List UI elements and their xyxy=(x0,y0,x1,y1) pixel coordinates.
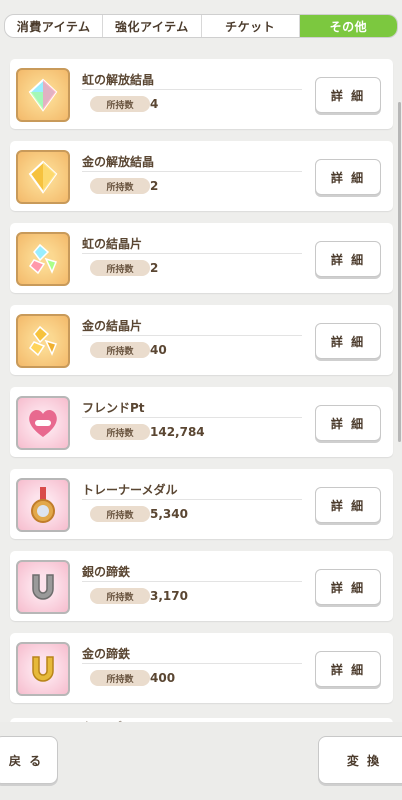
trainer-medal-icon xyxy=(16,478,70,532)
tab-tickets[interactable]: チケット xyxy=(202,15,300,37)
divider xyxy=(82,171,302,172)
owned-count: 400 xyxy=(150,671,176,685)
detail-button[interactable]: 詳 細 xyxy=(315,77,381,113)
detail-button[interactable]: 詳 細 xyxy=(315,159,381,195)
owned-count-label: 所持数 xyxy=(90,588,150,604)
exchange-button[interactable]: 変 換 xyxy=(318,736,402,784)
item-name: 銀の蹄鉄 xyxy=(82,565,131,579)
item-name: 金の結晶片 xyxy=(82,319,143,333)
gold-crystal-icon xyxy=(16,150,70,204)
list-item: 銀の蹄鉄 所持数 3,170 詳 細 xyxy=(10,551,393,621)
list-item: 金の結晶片 所持数 40 詳 細 xyxy=(10,305,393,375)
divider xyxy=(82,417,302,418)
gold-horseshoe-icon xyxy=(16,642,70,696)
divider xyxy=(82,663,302,664)
list-item: 虹の解放結晶 所持数 4 詳 細 xyxy=(10,59,393,129)
owned-count: 5,340 xyxy=(150,507,188,521)
owned-count: 2 xyxy=(150,261,159,275)
owned-count-label: 所持数 xyxy=(90,96,150,112)
silver-horseshoe-icon xyxy=(16,560,70,614)
list-item: 金の解放結晶 所持数 2 詳 細 xyxy=(10,141,393,211)
detail-button[interactable]: 詳 細 xyxy=(315,651,381,687)
rainbow-crystal-icon xyxy=(16,68,70,122)
detail-button[interactable]: 詳 細 xyxy=(315,241,381,277)
item-name: 虹の結晶片 xyxy=(82,237,143,251)
divider xyxy=(82,335,302,336)
divider xyxy=(82,253,302,254)
item-name: 金の解放結晶 xyxy=(82,155,155,169)
item-name: 金の蹄鉄 xyxy=(82,647,131,661)
owned-count-label: 所持数 xyxy=(90,424,150,440)
scrollbar[interactable] xyxy=(398,102,401,442)
list-item: フレンドPt 所持数 142,784 詳 細 xyxy=(10,387,393,457)
owned-count-label: 所持数 xyxy=(90,260,150,276)
tab-enhancement-items[interactable]: 強化アイテム xyxy=(103,15,202,37)
owned-count-label: 所持数 xyxy=(90,670,150,686)
detail-button[interactable]: 詳 細 xyxy=(315,569,381,605)
rainbow-shard-icon xyxy=(16,232,70,286)
detail-button[interactable]: 詳 細 xyxy=(315,405,381,441)
owned-count: 4 xyxy=(150,97,159,111)
divider xyxy=(82,581,302,582)
category-tabs: 消費アイテム 強化アイテム チケット その他 xyxy=(4,14,398,38)
item-name: 虹の解放結晶 xyxy=(82,73,155,87)
back-button[interactable]: 戻 る xyxy=(0,736,58,784)
detail-button[interactable]: 詳 細 xyxy=(315,487,381,523)
owned-count: 40 xyxy=(150,343,167,357)
detail-button[interactable]: 詳 細 xyxy=(315,323,381,359)
tab-consumables[interactable]: 消費アイテム xyxy=(5,15,104,37)
owned-count: 3,170 xyxy=(150,589,188,603)
owned-count-label: 所持数 xyxy=(90,342,150,358)
owned-count: 2 xyxy=(150,179,159,193)
gold-shard-icon xyxy=(16,314,70,368)
owned-count: 142,784 xyxy=(150,425,205,439)
item-name: トレーナーメダル xyxy=(82,483,178,497)
list-item: トレーナーメダル 所持数 5,340 詳 細 xyxy=(10,469,393,539)
item-name: フレンドPt xyxy=(82,401,145,415)
list-item: 虹の結晶片 所持数 2 詳 細 xyxy=(10,223,393,293)
item-list[interactable]: 虹の解放結晶 所持数 4 詳 細 金の解放結晶 所持数 2 詳 細 虹の結晶片 … xyxy=(0,50,402,722)
footer-bar: 戻 る 変 換 xyxy=(0,722,402,800)
divider xyxy=(82,499,302,500)
list-item: 金の蹄鉄 所持数 400 詳 細 xyxy=(10,633,393,703)
divider xyxy=(82,89,302,90)
owned-count-label: 所持数 xyxy=(90,178,150,194)
owned-count-label: 所持数 xyxy=(90,506,150,522)
tab-other[interactable]: その他 xyxy=(299,15,397,37)
friend-handshake-icon xyxy=(16,396,70,450)
